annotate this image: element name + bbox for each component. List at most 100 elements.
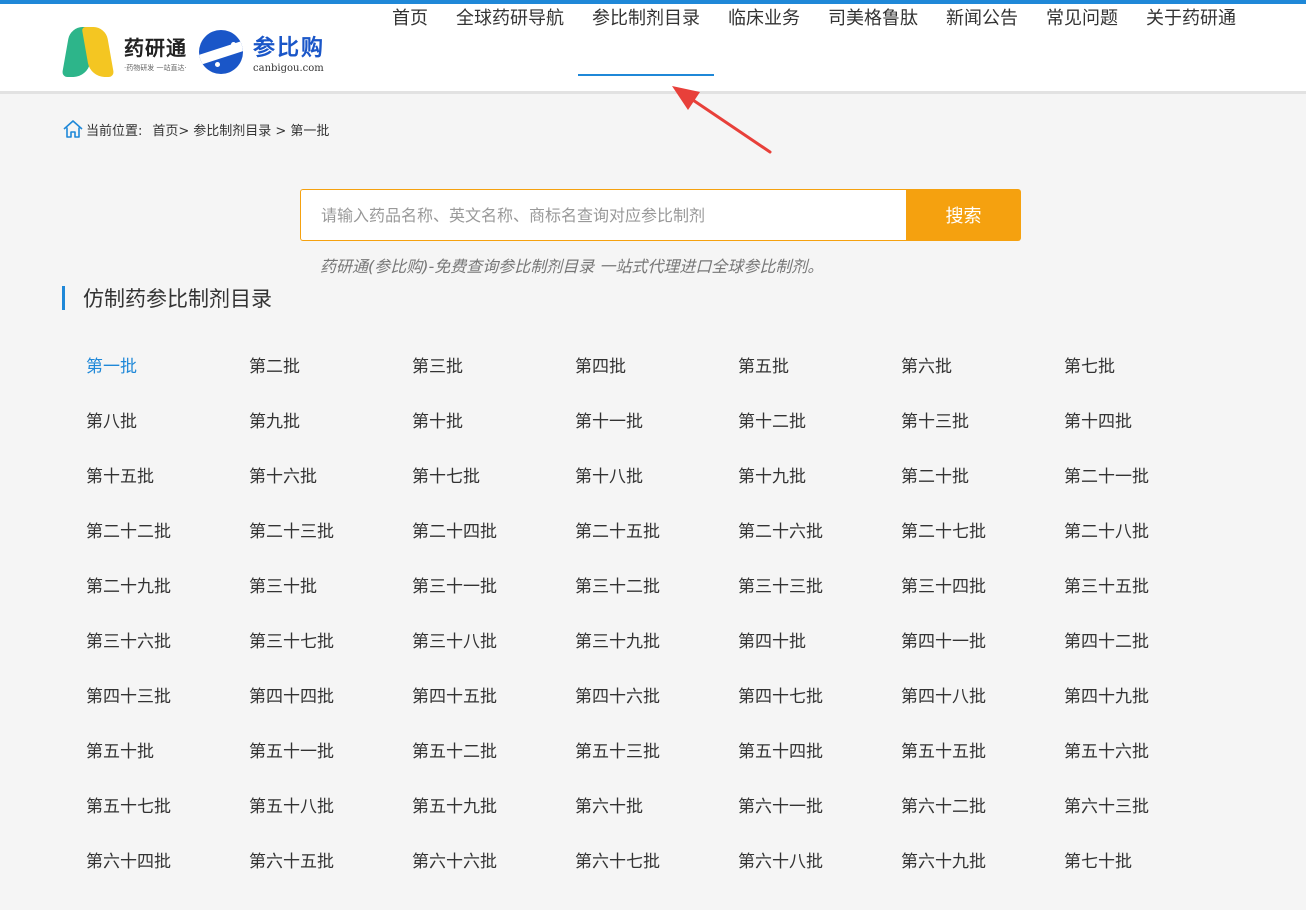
logo1-name: 药研通 bbox=[124, 35, 187, 60]
batch-link[interactable]: 第三十二批 bbox=[575, 560, 738, 615]
batch-link[interactable]: 第六十一批 bbox=[738, 780, 901, 835]
batch-link[interactable]: 第六十八批 bbox=[738, 835, 901, 890]
batch-link[interactable]: 第三十三批 bbox=[738, 560, 901, 615]
batch-link[interactable]: 第十四批 bbox=[1064, 395, 1227, 450]
batch-link[interactable]: 第二批 bbox=[249, 340, 412, 395]
batch-link[interactable]: 第六十五批 bbox=[249, 835, 412, 890]
batch-link[interactable]: 第四十四批 bbox=[249, 670, 412, 725]
canbigou-logo-text: 参比购 canbigou.com bbox=[253, 30, 325, 74]
batch-link[interactable]: 第三十一批 bbox=[412, 560, 575, 615]
section-heading-text: 仿制药参比制剂目录 bbox=[83, 287, 272, 311]
batch-link[interactable]: 第二十二批 bbox=[86, 505, 249, 560]
batch-link[interactable]: 第四十五批 bbox=[412, 670, 575, 725]
batch-link[interactable]: 第三十七批 bbox=[249, 615, 412, 670]
logo1-slogan: ·药物研发 一站直达· bbox=[124, 63, 187, 72]
nav-item-home[interactable]: 首页 bbox=[378, 4, 442, 94]
logo2-name: 参比购 bbox=[253, 36, 326, 61]
batch-link[interactable]: 第四十一批 bbox=[901, 615, 1064, 670]
nav-item-global-navigation[interactable]: 全球药研导航 bbox=[442, 4, 578, 94]
canbigou-globe-icon bbox=[199, 30, 243, 74]
batch-link[interactable]: 第十一批 bbox=[575, 395, 738, 450]
nav-item-about[interactable]: 关于药研通 bbox=[1132, 4, 1250, 94]
batch-link[interactable]: 第三十四批 bbox=[901, 560, 1064, 615]
annotation-arrow-icon bbox=[672, 86, 772, 154]
batch-link[interactable]: 第六十六批 bbox=[412, 835, 575, 890]
batch-link[interactable]: 第五十二批 bbox=[412, 725, 575, 780]
logo2-domain: canbigou.com bbox=[253, 63, 324, 74]
batch-link[interactable]: 第四十六批 bbox=[575, 670, 738, 725]
batch-link[interactable]: 第五十九批 bbox=[412, 780, 575, 835]
batch-link[interactable]: 第三批 bbox=[412, 340, 575, 395]
search-input[interactable] bbox=[300, 189, 906, 241]
main-nav: 首页 全球药研导航 参比制剂目录 临床业务 司美格鲁肽 新闻公告 常见问题 关于… bbox=[378, 4, 1250, 94]
batch-link[interactable]: 第六十七批 bbox=[575, 835, 738, 890]
search-button[interactable]: 搜索 bbox=[906, 189, 1021, 241]
batch-link[interactable]: 第五十一批 bbox=[249, 725, 412, 780]
breadcrumb-prefix: 当前位置: bbox=[86, 123, 143, 139]
batch-link[interactable]: 第五十四批 bbox=[738, 725, 901, 780]
batch-link[interactable]: 第五十八批 bbox=[249, 780, 412, 835]
batch-link[interactable]: 第四十三批 bbox=[86, 670, 249, 725]
batch-link[interactable]: 第三十九批 bbox=[575, 615, 738, 670]
batch-link[interactable]: 第十七批 bbox=[412, 450, 575, 505]
batch-link[interactable]: 第五十五批 bbox=[901, 725, 1064, 780]
batch-link[interactable]: 第四十批 bbox=[738, 615, 901, 670]
batch-link[interactable]: 第三十批 bbox=[249, 560, 412, 615]
batch-link[interactable]: 第六批 bbox=[901, 340, 1064, 395]
batch-link[interactable]: 第十三批 bbox=[901, 395, 1064, 450]
batch-link[interactable]: 第十九批 bbox=[738, 450, 901, 505]
batch-link[interactable]: 第四十二批 bbox=[1064, 615, 1227, 670]
breadcrumb: 当前位置: 首页> 参比制剂目录 > 第一批 bbox=[62, 118, 329, 140]
section-heading-accent-bar bbox=[62, 286, 65, 310]
batch-link[interactable]: 第八批 bbox=[86, 395, 249, 450]
batch-list: 第一批 第二批 第三批 第四批 第五批 第六批 第七批 第八批 第九批 第十批 第十一批 第十二批 第十… bbox=[86, 340, 1266, 890]
batch-link[interactable]: 第四十九批 bbox=[1064, 670, 1227, 725]
site-logo[interactable]: 药研通 ·药物研发 一站直达· 参比购 canbigou.com bbox=[61, 26, 325, 78]
batch-link[interactable]: 第二十六批 bbox=[738, 505, 901, 560]
batch-link[interactable]: 第五十三批 bbox=[575, 725, 738, 780]
batch-link[interactable]: 第六十九批 bbox=[901, 835, 1064, 890]
batch-link[interactable]: 第二十八批 bbox=[1064, 505, 1227, 560]
batch-link[interactable]: 第一批 bbox=[86, 340, 249, 395]
batch-link[interactable]: 第十八批 bbox=[575, 450, 738, 505]
breadcrumb-home-link[interactable]: 首页> bbox=[152, 120, 189, 139]
batch-link[interactable]: 第三十六批 bbox=[86, 615, 249, 670]
batch-link[interactable]: 第三十八批 bbox=[412, 615, 575, 670]
batch-link[interactable]: 第五批 bbox=[738, 340, 901, 395]
yaoyantong-logo-icon bbox=[61, 27, 115, 77]
site-header: 药研通 ·药物研发 一站直达· 参比购 canbigou.com 首页 全球药研… bbox=[0, 4, 1306, 94]
search-tagline: 药研通(参比购)-免费查询参比制剂目录 一站式代理进口全球参比制剂。 bbox=[320, 257, 824, 276]
batch-link[interactable]: 第七批 bbox=[1064, 340, 1227, 395]
nav-item-semaglutide[interactable]: 司美格鲁肽 bbox=[814, 4, 932, 94]
nav-item-news[interactable]: 新闻公告 bbox=[932, 4, 1032, 94]
batch-link[interactable]: 第六十三批 bbox=[1064, 780, 1227, 835]
batch-link[interactable]: 第十五批 bbox=[86, 450, 249, 505]
batch-link[interactable]: 第五十批 bbox=[86, 725, 249, 780]
batch-link[interactable]: 第四十八批 bbox=[901, 670, 1064, 725]
nav-item-faq[interactable]: 常见问题 bbox=[1032, 4, 1132, 94]
batch-link[interactable]: 第六十二批 bbox=[901, 780, 1064, 835]
batch-link[interactable]: 第三十五批 bbox=[1064, 560, 1227, 615]
batch-link[interactable]: 第二十批 bbox=[901, 450, 1064, 505]
batch-link[interactable]: 第二十一批 bbox=[1064, 450, 1227, 505]
batch-link[interactable]: 第十六批 bbox=[249, 450, 412, 505]
batch-link[interactable]: 第四十七批 bbox=[738, 670, 901, 725]
batch-link[interactable]: 第七十批 bbox=[1064, 835, 1227, 890]
batch-link[interactable]: 第十二批 bbox=[738, 395, 901, 450]
batch-link[interactable]: 第二十九批 bbox=[86, 560, 249, 615]
batch-link[interactable]: 第十批 bbox=[412, 395, 575, 450]
batch-link[interactable]: 第九批 bbox=[249, 395, 412, 450]
home-icon bbox=[63, 120, 83, 138]
batch-link[interactable]: 第二十三批 bbox=[249, 505, 412, 560]
breadcrumb-catalog-link[interactable]: 参比制剂目录 > bbox=[193, 120, 286, 139]
batch-link[interactable]: 第六十四批 bbox=[86, 835, 249, 890]
batch-link[interactable]: 第二十七批 bbox=[901, 505, 1064, 560]
batch-link[interactable]: 第二十五批 bbox=[575, 505, 738, 560]
batch-link[interactable]: 第五十七批 bbox=[86, 780, 249, 835]
section-heading: 仿制药参比制剂目录 bbox=[62, 284, 272, 312]
batch-link[interactable]: 第四批 bbox=[575, 340, 738, 395]
batch-link[interactable]: 第五十六批 bbox=[1064, 725, 1227, 780]
breadcrumb-current: 第一批 bbox=[290, 123, 330, 139]
batch-link[interactable]: 第二十四批 bbox=[412, 505, 575, 560]
batch-link[interactable]: 第六十批 bbox=[575, 780, 738, 835]
